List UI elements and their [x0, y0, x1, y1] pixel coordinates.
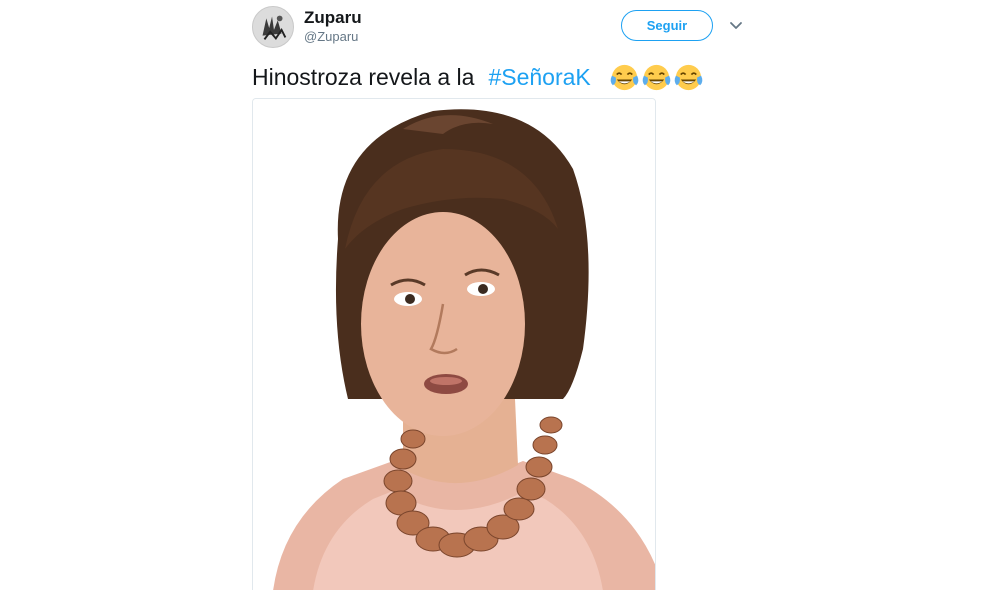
tweet-text: Hinostroza revela a la #SeñoraK [252, 60, 704, 94]
photo-illustration [253, 99, 655, 590]
avatar[interactable] [252, 6, 294, 48]
tweet-photo[interactable] [252, 98, 656, 590]
face-with-tears-of-joy-icon [642, 64, 671, 90]
tweet: Zuparu @Zuparu Seguir Hinostroza revela … [0, 0, 1000, 590]
display-name[interactable]: Zuparu [304, 8, 362, 28]
chevron-down-icon[interactable] [727, 16, 745, 34]
face-with-tears-of-joy-icon [674, 64, 703, 90]
emoji-group [609, 62, 704, 93]
screen-name[interactable]: @Zuparu [304, 29, 358, 44]
hashtag-link[interactable]: #SeñoraK [488, 64, 590, 91]
avatar-image [253, 7, 293, 47]
tweet-text-plain: Hinostroza revela a la [252, 63, 475, 90]
follow-button[interactable]: Seguir [621, 10, 713, 41]
face-with-tears-of-joy-icon [610, 64, 639, 90]
